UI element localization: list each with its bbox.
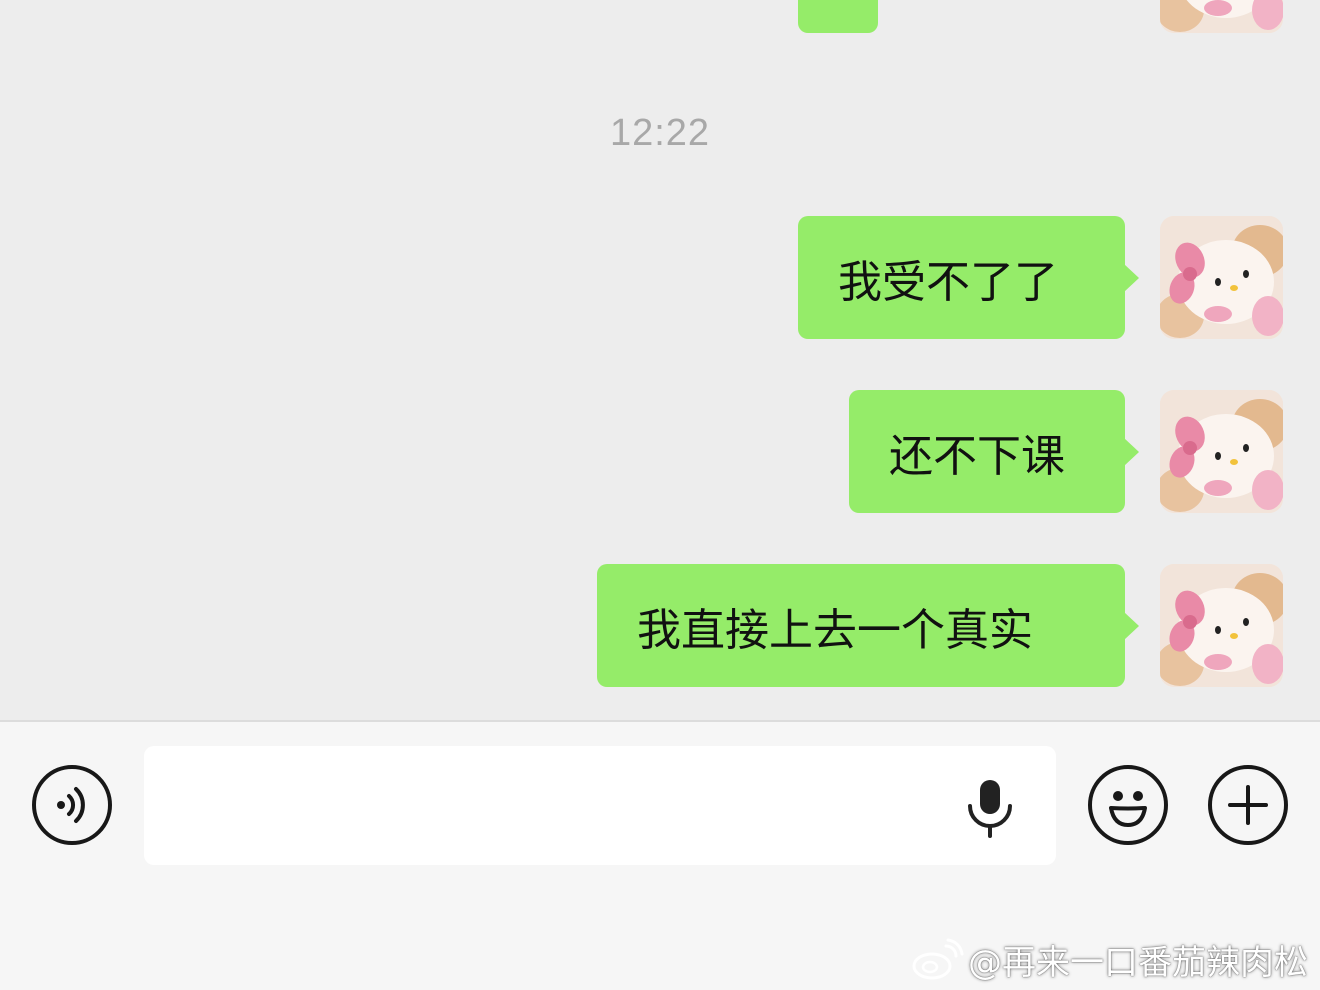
- mic-icon[interactable]: [962, 776, 1018, 840]
- plus-icon: [1228, 785, 1268, 825]
- weibo-icon: [912, 938, 964, 979]
- more-button[interactable]: [1208, 765, 1288, 845]
- message-input[interactable]: [144, 746, 1056, 865]
- message-bubble[interactable]: 我直接上去一个真实: [597, 564, 1139, 687]
- avatar[interactable]: [1160, 564, 1283, 687]
- message-bubble[interactable]: 还不下课: [849, 390, 1139, 513]
- avatar[interactable]: [1160, 390, 1283, 513]
- emoji-icon: [1109, 791, 1147, 827]
- message-bubble[interactable]: 我受不了了: [798, 216, 1139, 339]
- chat-area: 12:22 我受不了了 还不下课 我直接上去一个真实: [0, 0, 1320, 720]
- avatar[interactable]: [1160, 216, 1283, 339]
- avatar-image: [1160, 390, 1283, 513]
- watermark-text: @再来一口番茄辣肉松: [968, 943, 1308, 983]
- message-bubble-partial[interactable]: [798, 0, 878, 33]
- avatar[interactable]: [1160, 0, 1283, 33]
- emoji-button[interactable]: [1088, 765, 1168, 845]
- voice-button[interactable]: [32, 765, 112, 845]
- message-text: 我受不了了: [838, 256, 1058, 308]
- message-timestamp: 12:22: [609, 112, 711, 154]
- watermark: @再来一口番茄辣肉松: [910, 935, 1308, 984]
- avatar-image: [1160, 0, 1283, 33]
- voice-icon: [57, 787, 85, 823]
- avatar-image: [1160, 216, 1283, 339]
- avatar-image: [1160, 564, 1283, 687]
- message-text: 我直接上去一个真实: [637, 604, 1033, 656]
- message-text: 还不下课: [889, 430, 1065, 482]
